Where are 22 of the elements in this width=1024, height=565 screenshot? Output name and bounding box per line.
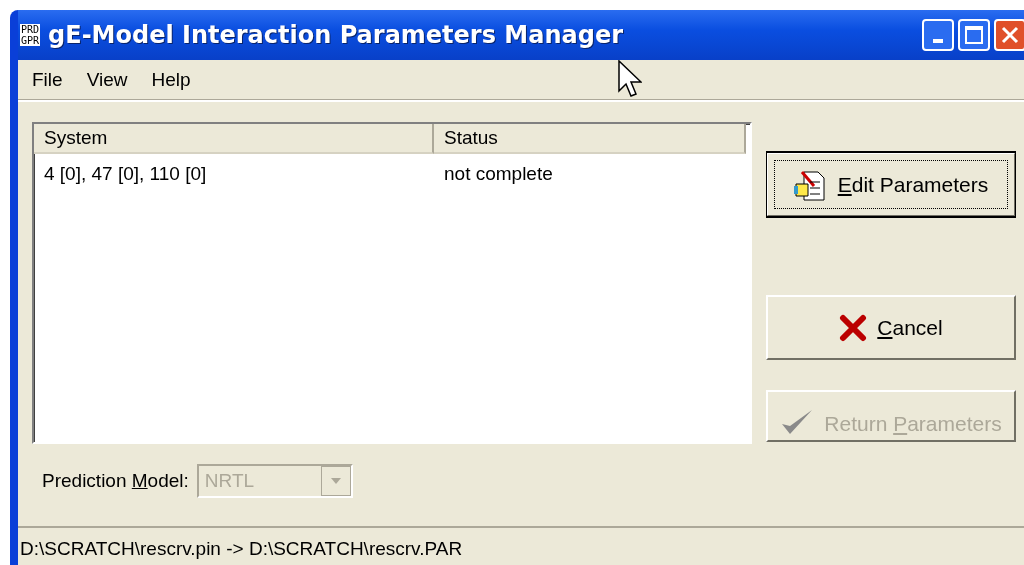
minimize-button[interactable] xyxy=(922,19,954,51)
menu-item[interactable]: View xyxy=(86,69,128,91)
menu-item[interactable]: Help xyxy=(151,69,191,91)
table-cell-text: 4 [0], 47 [0], 110 [0] xyxy=(43,162,208,186)
minimize-icon xyxy=(933,39,943,43)
field-label: Prediction Model: xyxy=(42,470,189,492)
column-header[interactable]: System xyxy=(34,124,434,154)
table-cell-text: not complete xyxy=(443,162,554,186)
maximize-button[interactable] xyxy=(958,19,990,51)
mouse-pointer-icon xyxy=(618,60,642,98)
status-bar: D:\SCRATCH\rescrv.pin -> D:\SCRATCH\rescrv.PAR xyxy=(18,526,1024,565)
window-title: gE-Model Interaction Parameters Manager xyxy=(48,21,623,49)
close-icon xyxy=(839,313,868,342)
menu-item[interactable]: File xyxy=(32,69,63,91)
app-icon: PRD GPR xyxy=(20,24,41,46)
checkmark-icon xyxy=(780,408,815,436)
cancel-button[interactable]: Cancel xyxy=(766,295,1016,360)
close-icon xyxy=(1001,26,1019,44)
maximize-icon xyxy=(965,26,983,44)
close-button[interactable] xyxy=(994,19,1024,51)
column-header[interactable]: Status xyxy=(434,124,746,154)
edit-button[interactable]: Edit Parameters xyxy=(766,152,1016,217)
